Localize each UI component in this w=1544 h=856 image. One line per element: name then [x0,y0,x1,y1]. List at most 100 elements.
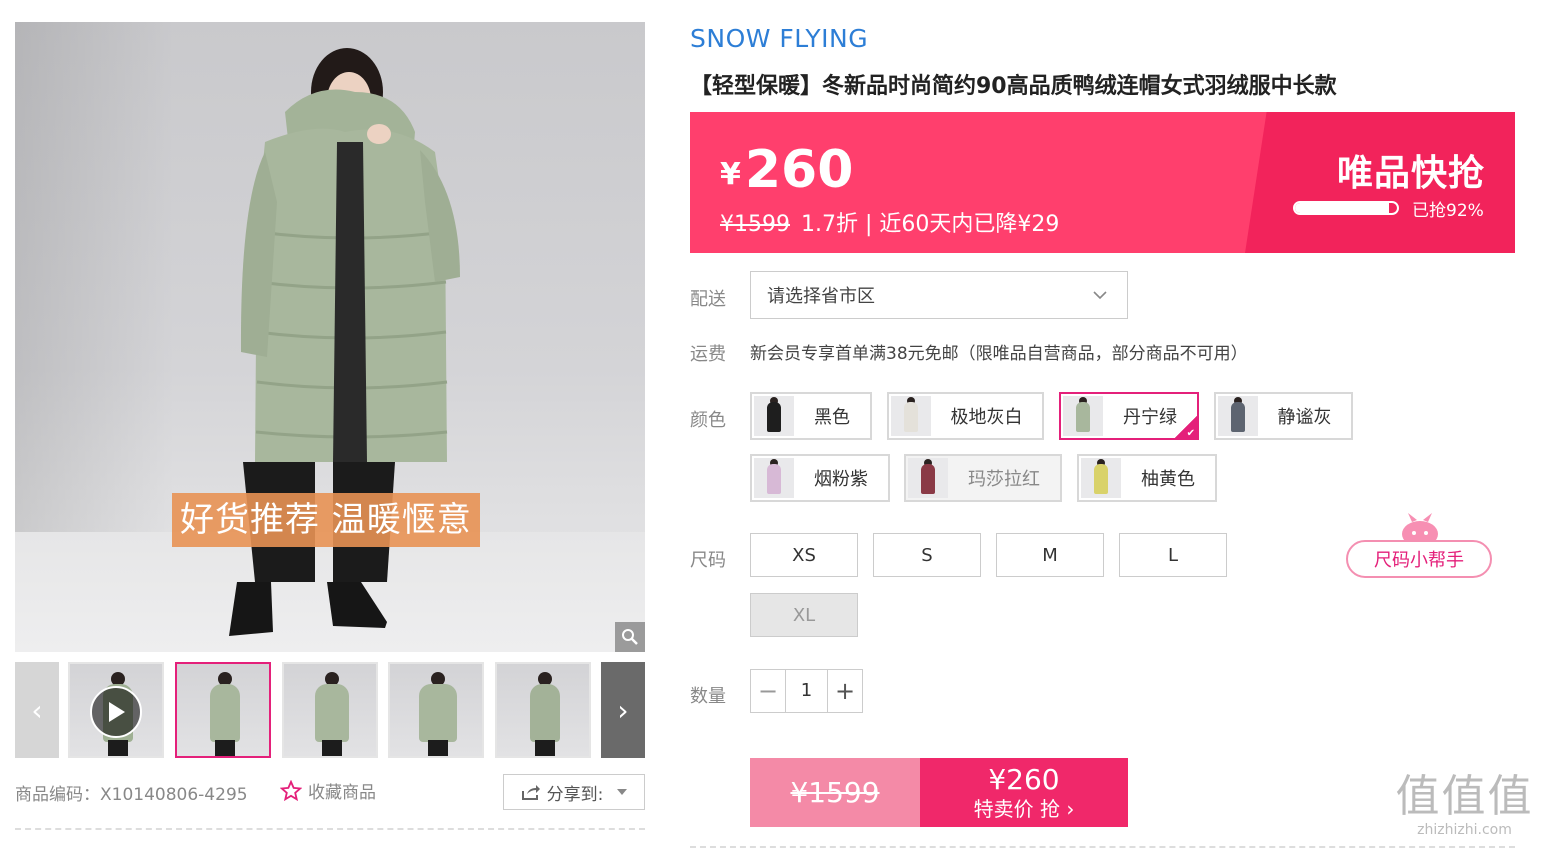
original-price: ¥1599 [720,212,790,237]
color-swatch-thumbnail [908,458,948,498]
color-swatch-thumbnail [1063,396,1103,436]
product-meta-bar: 商品编码：X10140806-4295 收藏商品 分享到: [15,774,645,810]
shipping-info: 新会员专享首单满38元免邮（限唯品自营商品，部分商品不可用） [750,344,1248,364]
color-option[interactable]: 玛莎拉红 [904,454,1062,502]
thumbnail-image[interactable] [495,662,591,758]
color-option-label: 黑色 [814,407,850,428]
chevron-down-icon [1093,291,1107,300]
quantity-decrease-button[interactable]: − [751,670,785,712]
caret-down-icon [617,789,628,795]
color-swatch-thumbnail [754,458,794,498]
play-icon [109,702,125,722]
favorite-button[interactable]: 收藏商品 [280,778,376,803]
thumb-model-legs [108,740,128,756]
color-option[interactable]: 极地灰白 [887,392,1044,440]
shipping-label: 运费 [690,344,726,365]
price-panel: ¥ 260 ¥1599 1.7折 | 近60天内已降¥29 唯品快抢 已抢92% [690,112,1515,253]
color-label: 颜色 [690,410,726,431]
flash-sale-title: 唯品快抢 [1336,153,1485,194]
main-product-image[interactable]: 好货推荐 温暖惬意 [15,22,645,652]
size-option[interactable]: XS [750,533,858,577]
thumbnail-video[interactable] [68,662,164,758]
size-helper-label: 尺码小帮手 [1346,540,1492,578]
color-option[interactable]: 黑色 [750,392,872,440]
buy-bar: ¥1599 ¥260 特卖价 抢 › [750,758,1128,827]
chevron-right-icon: › [617,693,629,727]
size-option[interactable]: XL [750,593,858,637]
product-code: 商品编码：X10140806-4295 [15,785,248,805]
price-value: 260 [744,140,854,200]
share-button[interactable]: 分享到: [503,774,645,810]
thumbnail-image[interactable] [282,662,378,758]
quantity-stepper: − 1 + [750,669,863,713]
thumb-model-legs [535,740,555,756]
swatch-model-coat [1094,464,1108,494]
color-swatch-thumbnail [1081,458,1121,498]
buy-label: 特卖价 抢 › [973,796,1075,821]
region-select-value: 请选择省市区 [767,286,875,307]
sold-progress-bar [1293,201,1399,215]
size-helper-button[interactable]: 尺码小帮手 [1346,512,1494,580]
color-option[interactable]: 烟粉紫 [750,454,890,502]
current-price: ¥ 260 [720,142,853,198]
color-option[interactable]: 静谧灰 [1214,392,1353,440]
sold-progress-text: 已抢92% [1412,201,1484,221]
swatch-model-coat [767,402,781,432]
favorite-label: 收藏商品 [308,783,376,803]
watermark-logo: 值值值 [1395,771,1534,822]
size-option[interactable]: L [1119,533,1227,577]
currency-symbol: ¥ [720,157,741,192]
watermark: 值值值 zhizhizhi.com [1392,771,1537,839]
swatch-model-coat [921,464,935,494]
price-details: ¥1599 1.7折 | 近60天内已降¥29 [720,206,1059,238]
quantity-input[interactable]: 1 [785,670,828,712]
brand-link[interactable]: SNOW FLYING [690,24,868,53]
selected-check-icon: ✔ [1175,416,1197,438]
thumb-model-legs [428,740,448,756]
color-swatch-thumbnail [891,396,931,436]
thumb-model-coat [419,684,457,742]
model-figure [229,48,460,636]
thumb-model-legs [215,740,235,756]
thumb-next-button[interactable]: › [601,662,645,758]
quantity-label: 数量 [690,686,726,707]
color-option[interactable]: 柚黄色 [1077,454,1217,502]
quantity-increase-button[interactable]: + [828,670,862,712]
thumb-prev-button[interactable]: ‹ [15,662,59,758]
thumbnail-strip: ‹ › [15,662,645,758]
thumb-model-coat [210,684,240,742]
color-option-label: 柚黄色 [1141,469,1195,490]
magnifier-icon [622,629,638,645]
share-label: 分享到: [546,784,604,805]
color-option[interactable]: 丹宁绿 ✔ [1059,392,1199,440]
size-label: 尺码 [690,550,726,571]
color-swatch-thumbnail [1218,396,1258,436]
swatch-model-coat [1231,402,1245,432]
buy-now-button[interactable]: ¥260 特卖价 抢 › [920,758,1128,827]
product-title: 【轻型保暖】冬新品时尚简约90高品质鸭绒连帽女式羽绒服中长款 [690,74,1337,99]
share-icon [521,785,540,800]
divider [690,846,1515,848]
swatch-model-coat [904,402,918,432]
thumb-model-legs [322,740,342,756]
swatch-model-coat [1076,402,1090,432]
chevron-left-icon: ‹ [31,693,43,727]
size-option[interactable]: S [873,533,981,577]
thumbnail-image[interactable] [388,662,484,758]
region-select[interactable]: 请选择省市区 [750,271,1128,319]
buy-price: ¥260 [988,762,1060,796]
thumbnail-image[interactable] [175,662,271,758]
thumb-model-coat [530,684,560,742]
color-swatch-thumbnail [754,396,794,436]
color-option-label: 静谧灰 [1277,407,1332,428]
sold-progress-fill [1295,203,1389,213]
color-option-label: 极地灰白 [950,407,1023,428]
zoom-button[interactable] [615,622,645,652]
swatch-model-coat [767,464,781,494]
watermark-url: zhizhizhi.com [1417,822,1512,838]
thumb-model-coat [315,684,349,742]
discount-info: 1.7折 | 近60天内已降¥29 [801,212,1060,237]
size-option[interactable]: M [996,533,1104,577]
play-video-button[interactable] [90,686,142,738]
color-option-label: 烟粉紫 [814,469,868,490]
